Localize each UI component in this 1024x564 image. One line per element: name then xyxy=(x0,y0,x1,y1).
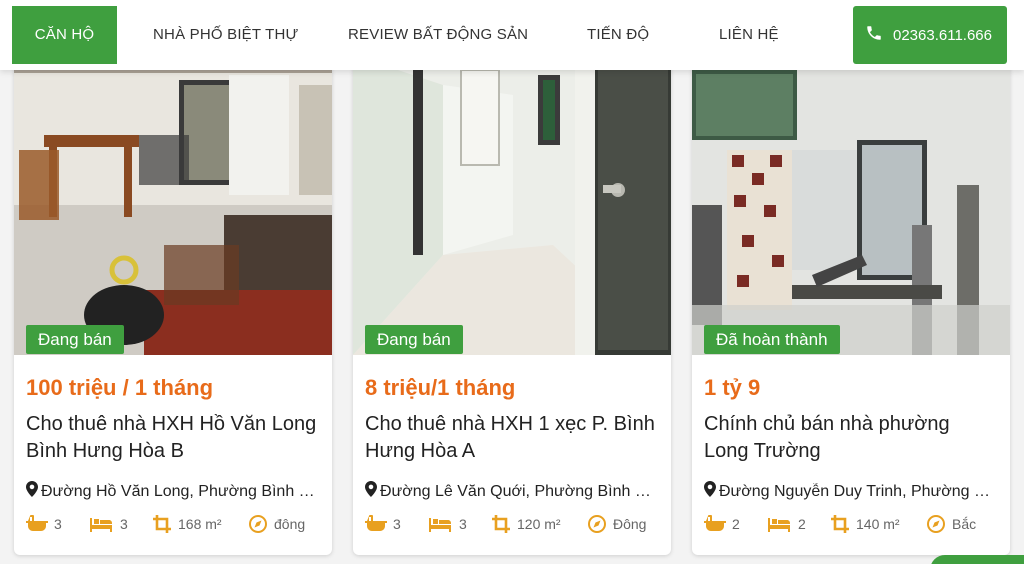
map-pin-icon xyxy=(26,481,38,502)
bedroom-count: 3 xyxy=(120,516,128,532)
listing-address: Đường Nguyễn Duy Trinh, Phường Long Trườ… xyxy=(704,481,998,502)
listing-title[interactable]: Cho thuê nhà HXH 1 xẹc P. Bình Hưng Hòa … xyxy=(365,411,659,465)
area-value: 168 m² xyxy=(178,516,222,532)
address-text: Đường Lê Văn Quới, Phường Bình Hưng Hòa … xyxy=(380,482,659,500)
bed-icon xyxy=(768,516,792,532)
nav-nha-pho-biet-thu[interactable]: NHÀ PHỐ BIỆT THỰ xyxy=(153,6,298,64)
nav-lien-he[interactable]: LIÊN HỆ xyxy=(719,6,779,64)
listing-photo[interactable]: Đã hoàn thành xyxy=(692,55,1010,355)
compass-icon xyxy=(248,514,268,534)
listing-address: Đường Lê Văn Quới, Phường Bình Hưng Hòa … xyxy=(365,481,659,502)
direction-feature: đông xyxy=(248,513,305,535)
listing-price: 1 tỷ 9 xyxy=(704,375,761,400)
address-text: Đường Hồ Văn Long, Phường Bình Hưng Hòa … xyxy=(41,482,320,500)
bed-icon xyxy=(90,516,114,532)
listing-card[interactable]: Đã hoàn thành 1 tỷ 9 Chính chủ bán nhà p… xyxy=(692,55,1010,555)
top-navigation: CĂN HỘ NHÀ PHỐ BIỆT THỰ REVIEW BẤT ĐỘNG … xyxy=(0,0,1024,70)
phone-button[interactable]: 02363.611.666 xyxy=(853,6,1007,64)
crop-icon xyxy=(491,514,511,534)
bathroom-feature: 2 xyxy=(704,513,740,535)
bedroom-feature: 2 xyxy=(768,513,806,535)
listing-price: 100 triệu / 1 tháng xyxy=(26,375,214,400)
bedroom-feature: 3 xyxy=(90,513,128,535)
map-pin-icon xyxy=(365,481,377,502)
phone-icon xyxy=(865,24,883,46)
bathroom-count: 2 xyxy=(732,516,740,532)
listing-price: 8 triệu/1 tháng xyxy=(365,375,516,400)
bathtub-icon xyxy=(365,515,387,533)
nav-review-bat-dong-san[interactable]: REVIEW BẤT ĐỘNG SẢN xyxy=(348,6,528,64)
map-pin-icon xyxy=(704,481,716,502)
listing-features: 3 3 120 m² Đông xyxy=(365,513,663,535)
listing-title[interactable]: Chính chủ bán nhà phường Long Trường xyxy=(704,411,998,465)
status-badge: Đang bán xyxy=(26,325,124,354)
bedroom-count: 2 xyxy=(798,516,806,532)
listing-photo[interactable]: Đang bán xyxy=(14,55,332,355)
direction-value: Đông xyxy=(613,516,647,532)
direction-value: đông xyxy=(274,516,306,532)
listing-card[interactable]: Đang bán 100 triệu / 1 tháng Cho thuê nh… xyxy=(14,55,332,555)
nav-tien-do[interactable]: TIẾN ĐỘ xyxy=(587,6,649,64)
bedroom-feature: 3 xyxy=(429,513,467,535)
area-feature: 140 m² xyxy=(830,513,900,535)
listing-features: 2 2 140 m² Bắc xyxy=(704,513,1002,535)
direction-value: Bắc xyxy=(952,516,977,532)
status-badge: Đang bán xyxy=(365,325,463,354)
bed-icon xyxy=(429,516,453,532)
listing-photo[interactable]: Đang bán xyxy=(353,55,671,355)
phone-number: 02363.611.666 xyxy=(893,26,992,44)
bathroom-feature: 3 xyxy=(26,513,62,535)
crop-icon xyxy=(152,514,172,534)
listing-address: Đường Hồ Văn Long, Phường Bình Hưng Hòa … xyxy=(26,481,320,502)
bathroom-count: 3 xyxy=(54,516,62,532)
listing-card[interactable]: Đang bán 8 triệu/1 tháng Cho thuê nhà HX… xyxy=(353,55,671,555)
bathroom-count: 3 xyxy=(393,516,401,532)
compass-icon xyxy=(587,514,607,534)
crop-icon xyxy=(830,514,850,534)
bathroom-feature: 3 xyxy=(365,513,401,535)
direction-feature: Bắc xyxy=(926,513,976,535)
area-feature: 168 m² xyxy=(152,513,222,535)
bedroom-count: 3 xyxy=(459,516,467,532)
direction-feature: Đông xyxy=(587,513,646,535)
bathtub-icon xyxy=(26,515,48,533)
area-value: 140 m² xyxy=(856,516,900,532)
nav-can-ho[interactable]: CĂN HỘ xyxy=(12,6,117,64)
address-text: Đường Nguyễn Duy Trinh, Phường Long Trườ… xyxy=(719,482,998,500)
area-feature: 120 m² xyxy=(491,513,561,535)
floating-contact-button[interactable] xyxy=(930,555,1024,564)
area-value: 120 m² xyxy=(517,516,561,532)
listing-title[interactable]: Cho thuê nhà HXH Hồ Văn Long Bình Hưng H… xyxy=(26,411,320,465)
listing-features: 3 3 168 m² đông xyxy=(26,513,324,535)
bathtub-icon xyxy=(704,515,726,533)
status-badge: Đã hoàn thành xyxy=(704,325,840,354)
compass-icon xyxy=(926,514,946,534)
